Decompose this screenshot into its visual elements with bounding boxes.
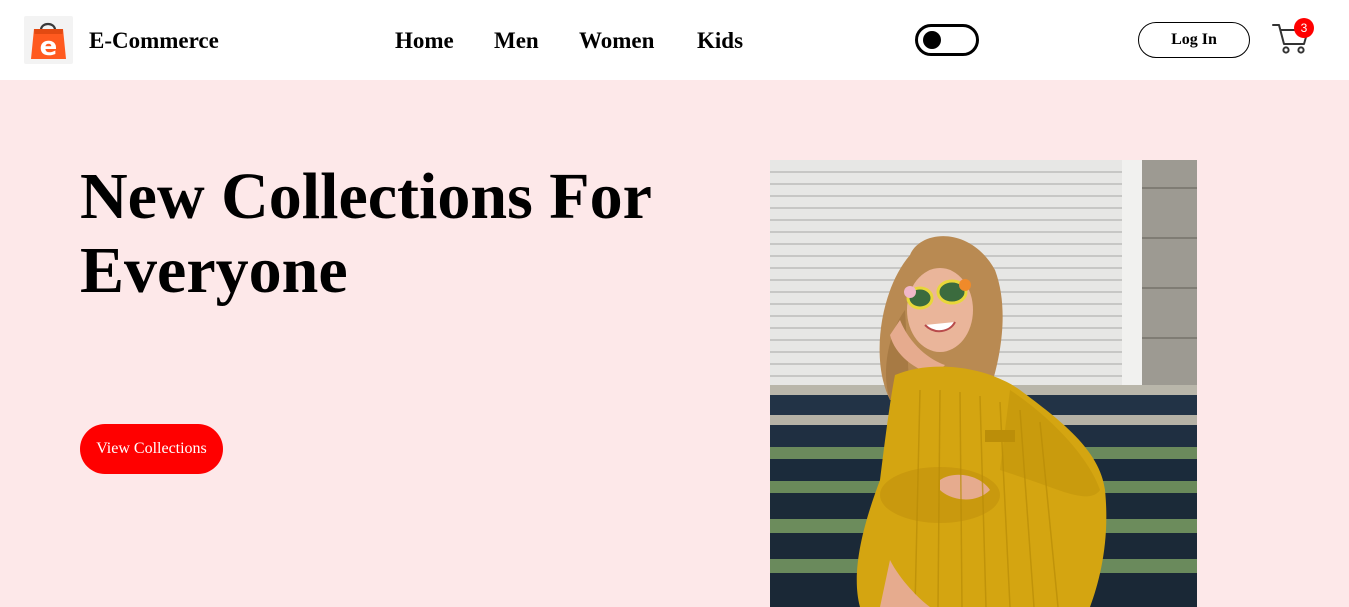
nav-kids-link[interactable]: Kids bbox=[697, 27, 743, 55]
logo-letter: e bbox=[40, 32, 58, 62]
hero-image bbox=[770, 160, 1197, 607]
nav-women-link[interactable]: Women bbox=[579, 27, 654, 55]
cart-count-badge: 3 bbox=[1294, 18, 1314, 38]
hero-title: New Collections For Everyone bbox=[80, 160, 651, 307]
view-collections-button[interactable]: View Collections bbox=[80, 424, 223, 474]
theme-toggle[interactable] bbox=[915, 24, 979, 56]
navbar: e E-Commerce Home Men Women Kids Log In … bbox=[0, 0, 1349, 80]
nav-men-link[interactable]: Men bbox=[494, 27, 539, 55]
shopping-bag-logo-icon[interactable]: e bbox=[24, 16, 73, 64]
login-button[interactable]: Log In bbox=[1138, 22, 1250, 58]
nav-home-link[interactable]: Home bbox=[395, 27, 454, 55]
brand-name[interactable]: E-Commerce bbox=[89, 27, 219, 55]
toggle-knob bbox=[923, 31, 941, 49]
